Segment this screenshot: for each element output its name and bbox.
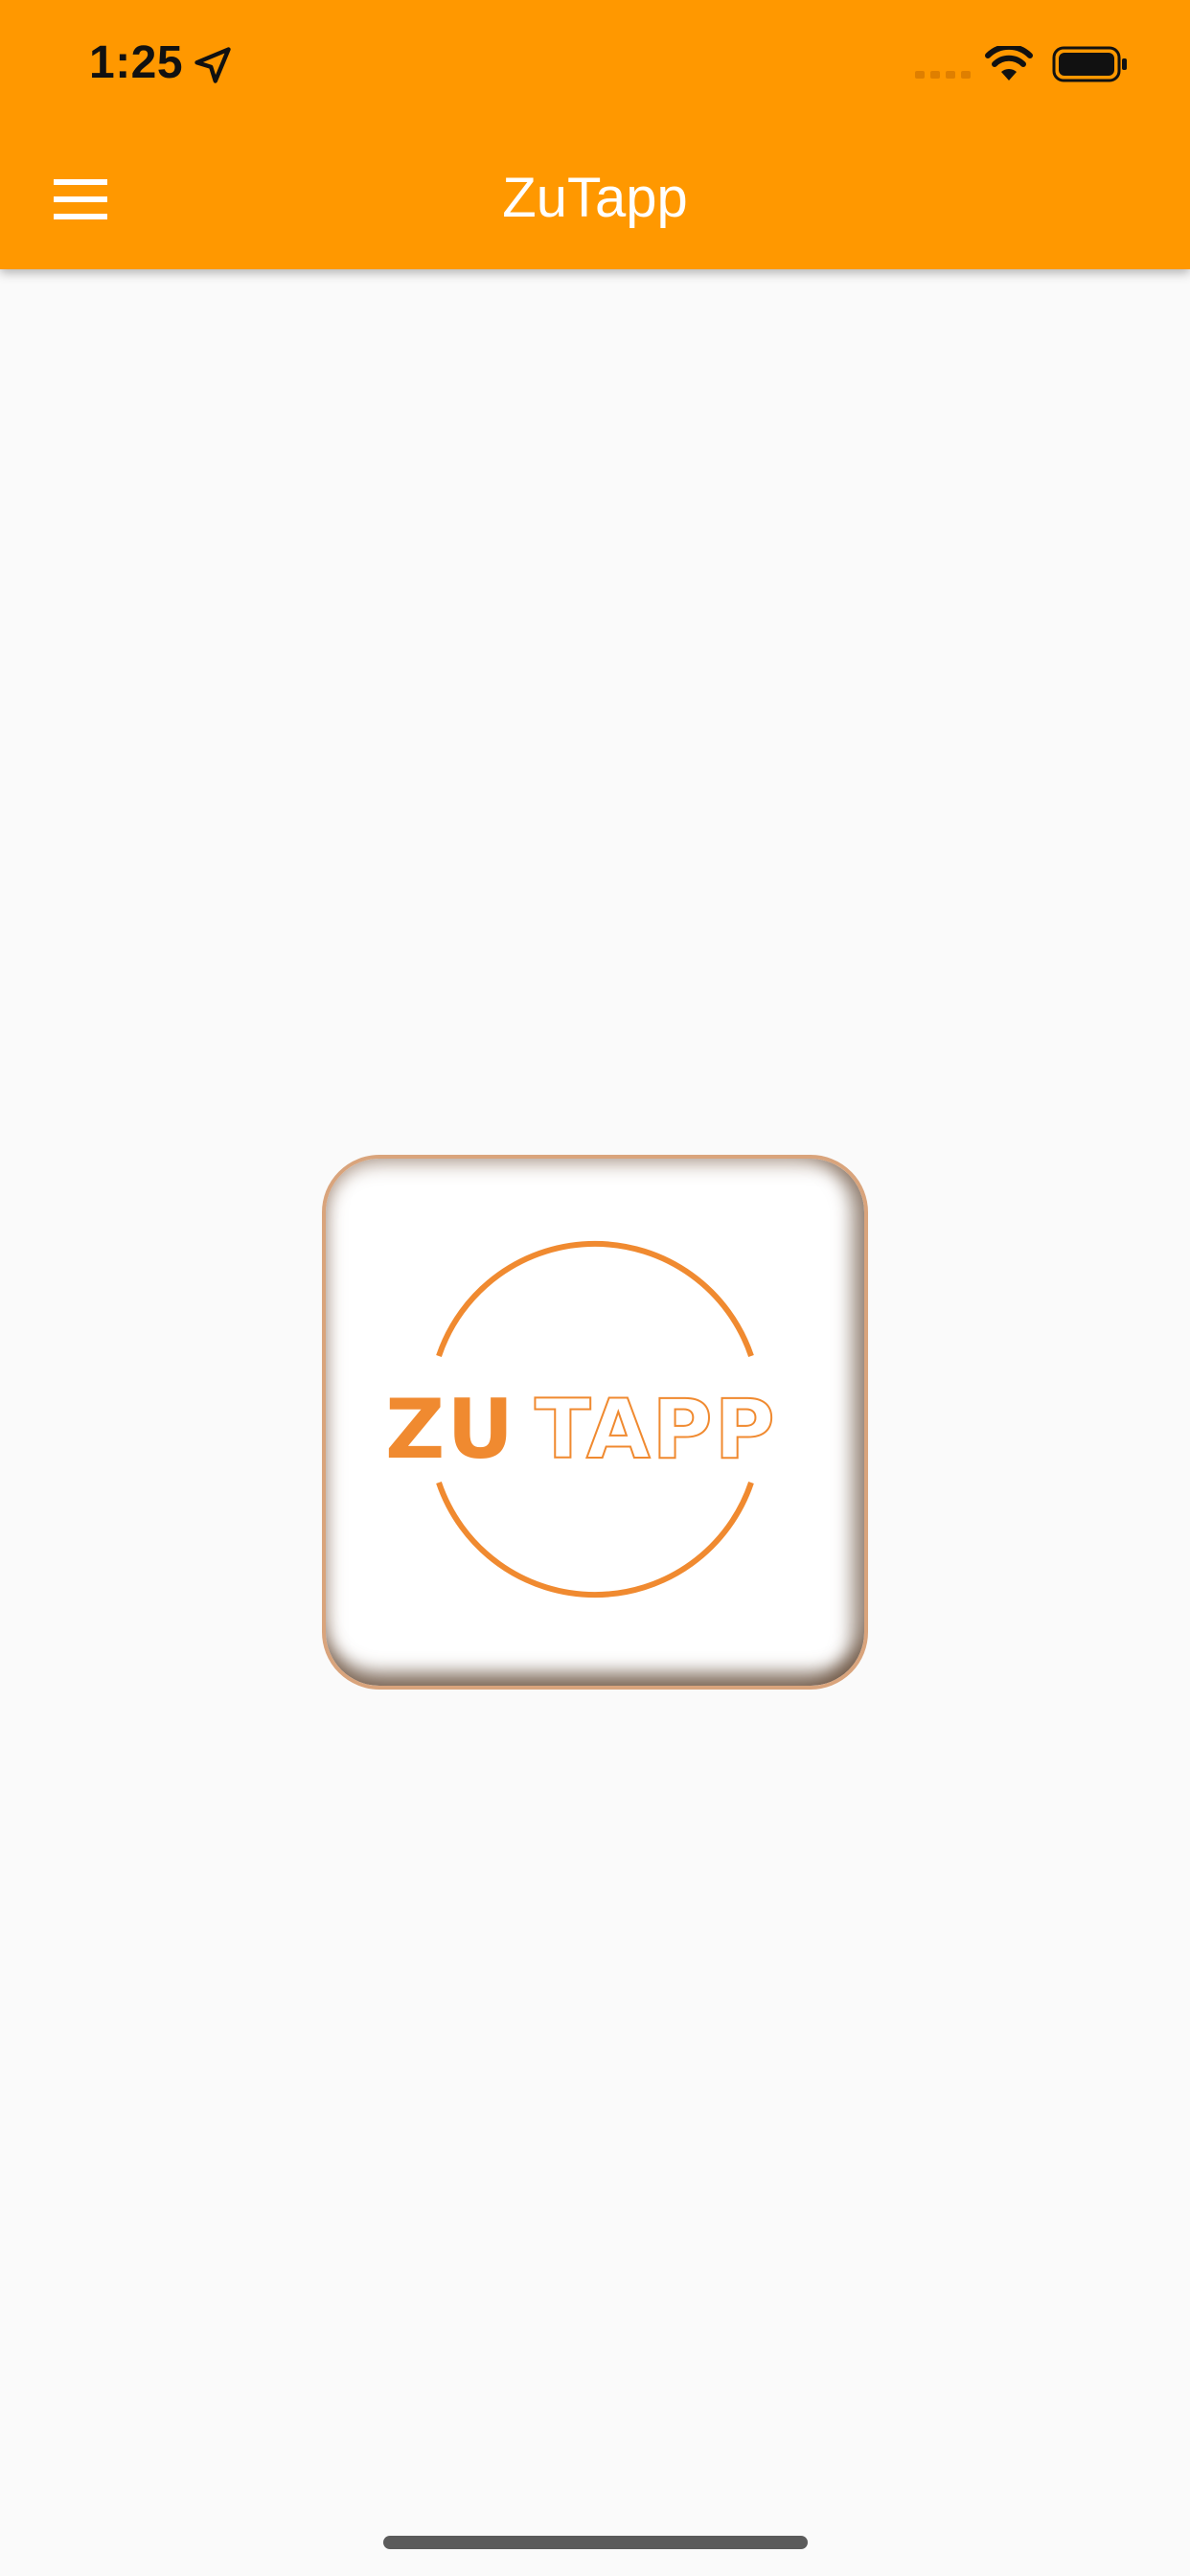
location-arrow-icon	[195, 47, 231, 83]
cellular-signal-icon	[915, 71, 971, 79]
svg-text:TAPP: TAPP	[535, 1382, 777, 1478]
zutapp-logo-mark: ZU TAPP	[385, 1240, 777, 1598]
toolbar: ZuTapp	[0, 130, 1190, 269]
app-bar: 1:25 ZuTapp	[0, 0, 1190, 269]
app-title: ZuTapp	[502, 167, 688, 229]
status-bar: 1:25	[0, 0, 1190, 130]
battery-icon	[1052, 46, 1127, 82]
wifi-icon	[985, 46, 1033, 80]
app-logo: ZU TAPP	[322, 1155, 868, 1690]
home-indicator[interactable]	[383, 2536, 808, 2549]
svg-text:ZU: ZU	[385, 1382, 515, 1478]
status-time: 1:25	[89, 37, 184, 88]
